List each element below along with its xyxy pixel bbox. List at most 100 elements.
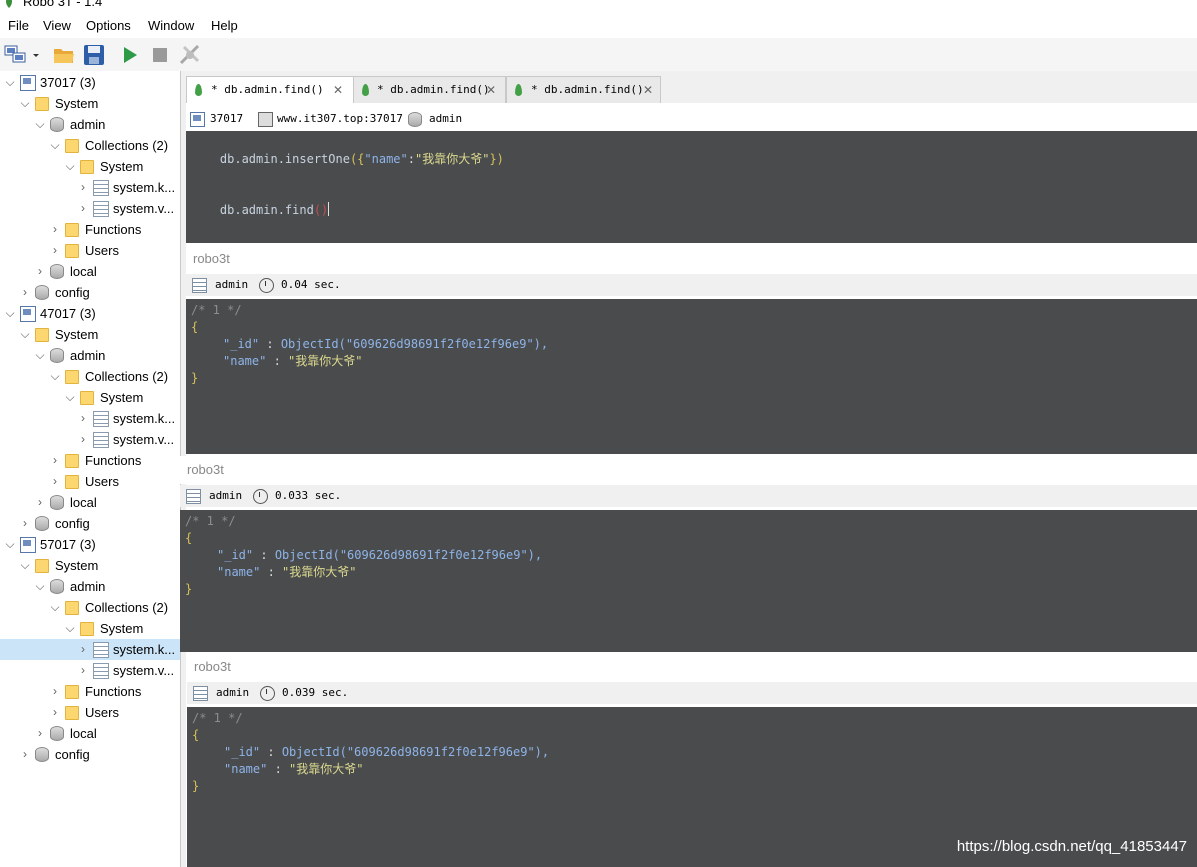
tree-item-db[interactable]: › config xyxy=(0,282,180,303)
tree-item-folder[interactable]: ⌵ Collections (2) xyxy=(0,135,180,156)
format-icon[interactable] xyxy=(178,43,202,67)
save-icon[interactable] xyxy=(82,43,106,67)
tree-item-folder[interactable]: › Users xyxy=(0,240,180,261)
tree-item-server[interactable]: ⌵ 37017 (3) xyxy=(0,72,180,93)
tab-query-2[interactable]: * db.admin.find() ✕ xyxy=(353,76,506,103)
database-name: admin xyxy=(429,112,463,125)
chevron-right-icon[interactable]: › xyxy=(49,219,61,240)
tab-query-1[interactable]: * db.admin.find() ✕ xyxy=(186,76,354,104)
tree-item-server[interactable]: ⌵ 47017 (3) xyxy=(0,303,180,324)
tree-item-folder[interactable]: ⌵ System xyxy=(0,93,180,114)
chevron-right-icon[interactable]: › xyxy=(34,723,46,744)
close-icon[interactable]: ✕ xyxy=(643,77,653,103)
doc-key: "name" xyxy=(223,354,267,368)
chevron-right-icon[interactable]: › xyxy=(77,660,89,681)
collection-icon xyxy=(193,686,208,701)
chevron-right-icon[interactable]: › xyxy=(34,492,46,513)
tree-item-db[interactable]: › config xyxy=(0,744,180,765)
chevron-down-icon[interactable]: ⌵ xyxy=(19,93,31,114)
connect-dropdown-chevron-down-icon[interactable] xyxy=(30,43,42,67)
chevron-right-icon[interactable]: › xyxy=(77,429,89,450)
tree-item-collection[interactable]: › system.v... xyxy=(0,660,180,681)
chevron-right-icon[interactable]: › xyxy=(49,471,61,492)
server-icon xyxy=(190,112,205,127)
folder-icon xyxy=(65,370,79,384)
chevron-right-icon[interactable]: › xyxy=(77,198,89,219)
tree-item-db[interactable]: ⌵ admin xyxy=(0,345,180,366)
chevron-right-icon[interactable]: › xyxy=(19,744,31,765)
result-document-view[interactable]: /* 1 */ {"_id" : ObjectId("609626d98691f2… xyxy=(186,299,1197,454)
tree-item-folder[interactable]: › Functions xyxy=(0,219,180,240)
result-document-view[interactable]: /* 1 */ {"_id" : ObjectId("609626d98691f2… xyxy=(180,510,1197,652)
chevron-down-icon[interactable]: ⌵ xyxy=(4,534,16,555)
tree-item-label: Functions xyxy=(85,222,142,237)
tree-item-server[interactable]: ⌵ 57017 (3) xyxy=(0,534,180,555)
tree-item-collection[interactable]: › system.k... xyxy=(0,639,180,660)
tree-item-folder[interactable]: ⌵ System xyxy=(0,324,180,345)
menu-view[interactable]: View xyxy=(43,18,71,33)
chevron-down-icon[interactable]: ⌵ xyxy=(4,303,16,324)
tree-item-collection[interactable]: › system.k... xyxy=(0,408,180,429)
tree-item-db[interactable]: ⌵ admin xyxy=(0,576,180,597)
chevron-down-icon[interactable]: ⌵ xyxy=(34,345,46,366)
chevron-down-icon[interactable]: ⌵ xyxy=(19,555,31,576)
chevron-right-icon[interactable]: › xyxy=(49,702,61,723)
code-call: db.admin.insertOne xyxy=(219,152,350,166)
open-folder-icon[interactable] xyxy=(52,43,76,67)
tree-item-folder[interactable]: ⌵ System xyxy=(0,555,180,576)
tree-item-label: system.v... xyxy=(113,201,175,216)
robo3t-logo-icon xyxy=(4,0,14,8)
chevron-down-icon[interactable]: ⌵ xyxy=(19,324,31,345)
chevron-down-icon[interactable]: ⌵ xyxy=(4,72,16,93)
menu-options[interactable]: Options xyxy=(86,18,131,33)
tree-item-label: System xyxy=(100,621,144,636)
tree-item-folder[interactable]: ⌵ System xyxy=(0,618,180,639)
chevron-right-icon[interactable]: › xyxy=(34,261,46,282)
connect-icon[interactable] xyxy=(4,43,28,67)
chevron-right-icon[interactable]: › xyxy=(19,282,31,303)
chevron-down-icon[interactable]: ⌵ xyxy=(34,576,46,597)
chevron-right-icon[interactable]: › xyxy=(19,513,31,534)
tree-item-db[interactable]: › config xyxy=(0,513,180,534)
menu-window[interactable]: Window xyxy=(148,18,194,33)
tree-item-db[interactable]: › local xyxy=(0,261,180,282)
chevron-down-icon[interactable]: ⌵ xyxy=(49,366,61,387)
result-title-text: robo3t xyxy=(193,251,230,266)
tree-item-folder[interactable]: › Users xyxy=(0,702,180,723)
chevron-right-icon[interactable]: › xyxy=(77,408,89,429)
tree-item-collection[interactable]: › system.v... xyxy=(0,429,180,450)
chevron-right-icon[interactable]: › xyxy=(77,639,89,660)
tree-item-folder[interactable]: › Functions xyxy=(0,450,180,471)
close-icon[interactable]: ✕ xyxy=(486,77,496,103)
chevron-right-icon[interactable]: › xyxy=(49,681,61,702)
stop-icon[interactable] xyxy=(148,43,172,67)
tree-item-folder[interactable]: ⌵ Collections (2) xyxy=(0,366,180,387)
tree-item-folder[interactable]: ⌵ Collections (2) xyxy=(0,597,180,618)
tree-item-label: System xyxy=(100,159,144,174)
menu-help[interactable]: Help xyxy=(211,18,238,33)
close-icon[interactable]: ✕ xyxy=(333,77,343,103)
tree-item-folder[interactable]: ⌵ System xyxy=(0,387,180,408)
chevron-down-icon[interactable]: ⌵ xyxy=(64,618,76,639)
tree-item-db[interactable]: › local xyxy=(0,492,180,513)
tree-item-db[interactable]: ⌵ admin xyxy=(0,114,180,135)
tree-item-folder[interactable]: ⌵ System xyxy=(0,156,180,177)
chevron-down-icon[interactable]: ⌵ xyxy=(49,135,61,156)
execute-icon[interactable] xyxy=(118,43,142,67)
tree-item-folder[interactable]: › Users xyxy=(0,471,180,492)
tree-item-db[interactable]: › local xyxy=(0,723,180,744)
folder-icon xyxy=(80,391,94,405)
tree-item-collection[interactable]: › system.k... xyxy=(0,177,180,198)
chevron-right-icon[interactable]: › xyxy=(49,450,61,471)
chevron-down-icon[interactable]: ⌵ xyxy=(34,114,46,135)
chevron-down-icon[interactable]: ⌵ xyxy=(64,156,76,177)
chevron-right-icon[interactable]: › xyxy=(49,240,61,261)
chevron-down-icon[interactable]: ⌵ xyxy=(49,597,61,618)
chevron-right-icon[interactable]: › xyxy=(77,177,89,198)
tree-item-folder[interactable]: › Functions xyxy=(0,681,180,702)
chevron-down-icon[interactable]: ⌵ xyxy=(64,387,76,408)
tab-query-3[interactable]: * db.admin.find() ✕ xyxy=(506,76,661,103)
menu-file[interactable]: File xyxy=(8,18,29,33)
query-editor[interactable]: db.admin.insertOne({"name":"我靠你大爷"}) db.… xyxy=(186,131,1197,243)
tree-item-collection[interactable]: › system.v... xyxy=(0,198,180,219)
